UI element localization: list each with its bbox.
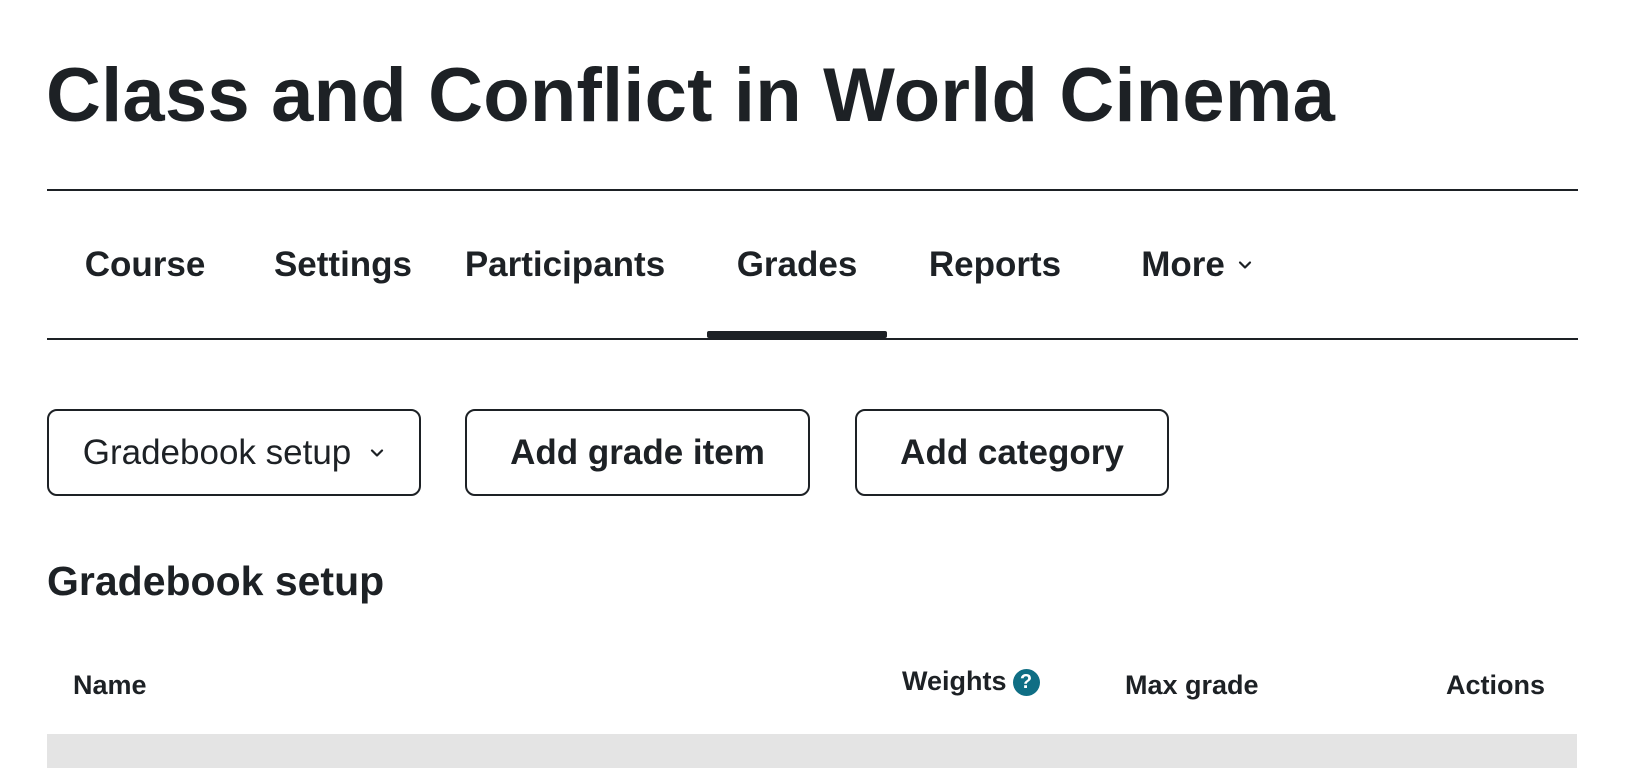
tab-more-label: More [1141, 244, 1225, 284]
section-title: Gradebook setup [47, 558, 385, 604]
column-header-actions: Actions [1446, 670, 1545, 701]
column-header-name[interactable]: Name [73, 670, 147, 701]
tab-participants[interactable]: Participants [463, 191, 667, 338]
gradebook-view-select-label: Gradebook setup [82, 432, 352, 472]
tab-reports[interactable]: Reports [923, 191, 1067, 338]
column-header-weights: Weights? [902, 666, 1040, 697]
page-title: Class and Conflict in World Cinema [46, 53, 1336, 138]
tab-course[interactable]: Course [81, 191, 209, 338]
gradebook-view-select[interactable]: Gradebook setup [47, 409, 421, 496]
tab-course-label: Course [84, 244, 206, 284]
column-header-weights-label: Weights [902, 666, 1007, 696]
tab-reports-label: Reports [928, 244, 1062, 284]
add-category-button[interactable]: Add category [855, 409, 1169, 496]
table-row[interactable] [47, 734, 1577, 768]
tab-grades[interactable]: Grades [707, 191, 887, 338]
tab-participants-label: Participants [464, 244, 666, 284]
column-header-max-grade: Max grade [1125, 670, 1259, 701]
add-category-label: Add category [900, 432, 1124, 472]
help-icon[interactable]: ? [1012, 669, 1040, 697]
tab-settings[interactable]: Settings [272, 191, 414, 338]
add-grade-item-button[interactable]: Add grade item [465, 409, 810, 496]
chevron-down-icon [1238, 260, 1251, 269]
column-header-name-label: Name [73, 670, 147, 700]
nav-bottom-divider [47, 338, 1578, 340]
tab-more[interactable]: More [1127, 191, 1267, 338]
secondary-navigation: Course Settings Participants Grades Repo… [47, 191, 1578, 338]
add-grade-item-label: Add grade item [510, 432, 765, 472]
tab-settings-label: Settings [273, 244, 413, 284]
column-header-max-grade-label: Max grade [1125, 670, 1259, 700]
select-chevron-down-icon [371, 448, 384, 457]
tab-grades-label: Grades [736, 244, 858, 284]
column-header-actions-label: Actions [1446, 670, 1546, 700]
